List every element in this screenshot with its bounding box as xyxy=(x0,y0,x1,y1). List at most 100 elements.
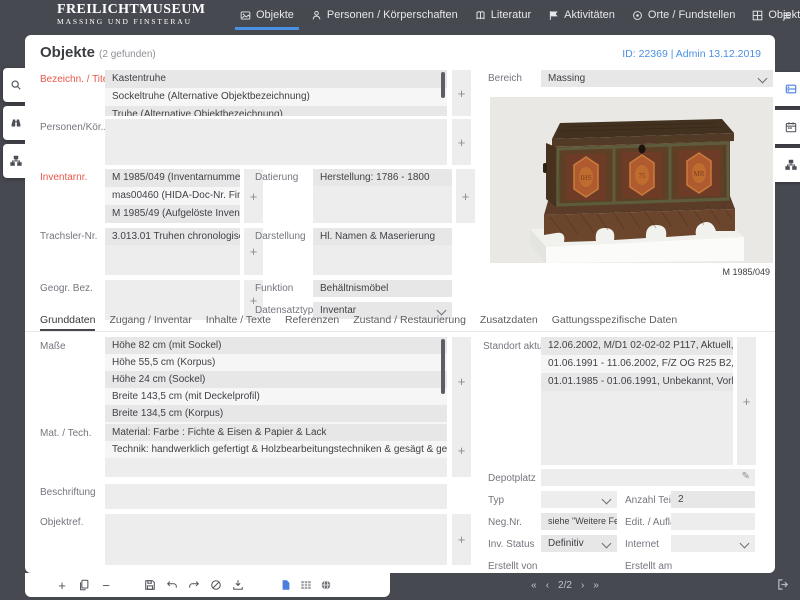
list-item[interactable]: Sockeltruhe (Alternative Objektbezeichnu… xyxy=(105,88,447,106)
save-button[interactable] xyxy=(141,576,159,594)
anzahl-teile-field[interactable]: 2 xyxy=(671,491,755,508)
add-bezeichnung-button[interactable]: + xyxy=(452,70,471,116)
list-item[interactable]: mas00460 (HIDA-Doc-Nr. Finsterau) xyxy=(105,187,240,205)
nav-orte-fundstellen[interactable]: Orte / Fundstellen xyxy=(632,0,735,30)
list-item[interactable]: Technik: handwerklich gefertigt & Holzbe… xyxy=(105,441,447,458)
tab-zusatzdaten[interactable]: Zusatzdaten xyxy=(480,310,538,331)
logout-icon[interactable] xyxy=(777,578,790,591)
page-title: Objekte(2 gefunden) xyxy=(40,44,156,61)
funktion-field[interactable]: Behältnismöbel xyxy=(313,280,452,297)
cancel-button[interactable] xyxy=(207,576,225,594)
internet-select[interactable] xyxy=(671,535,755,552)
bereich-select[interactable]: Massing xyxy=(541,70,773,87)
add-mat-tech-button[interactable]: + xyxy=(452,424,471,477)
trachsler-field[interactable]: 3.013.01 Truhen chronologisch xyxy=(105,228,240,275)
tab-zustand-restaurierung[interactable]: Zustand / Restaurierung xyxy=(353,310,466,331)
datierung-field[interactable]: Herstellung: 1786 - 1800 xyxy=(313,169,452,223)
inv-status-select[interactable]: Definitiv xyxy=(541,535,617,552)
field-value[interactable]: 3.013.01 Truhen chronologisch xyxy=(105,228,240,245)
list-item[interactable]: Material: Farbe : Fichte & Eisen & Papie… xyxy=(105,424,447,441)
label-erstellt-von: Erstellt von xyxy=(488,561,537,572)
search-icon xyxy=(10,79,22,91)
redo-button[interactable] xyxy=(185,576,203,594)
book-icon xyxy=(475,10,486,21)
binoculars-icon xyxy=(10,117,22,129)
chevron-down-icon xyxy=(740,539,750,549)
bezeichnung-list[interactable]: Kastentruhe Sockeltruhe (Alternative Obj… xyxy=(105,70,447,116)
list-item[interactable]: Höhe 55,5 cm (Korpus) xyxy=(105,354,447,371)
tab-zugang-inventar[interactable]: Zugang / Inventar xyxy=(109,310,191,331)
field-value[interactable]: Hl. Namen & Maserierung xyxy=(313,228,452,245)
nav-objekte[interactable]: Objekte xyxy=(240,0,294,30)
beschriftung-field[interactable] xyxy=(105,484,447,509)
darstellung-field[interactable]: Hl. Namen & Maserierung xyxy=(313,228,452,275)
list-item[interactable]: M 1985/49 (Aufgelöste Inventarnummer) xyxy=(105,205,240,223)
object-photo[interactable]: IHS75MR xyxy=(490,97,773,263)
add-datierung-button[interactable]: + xyxy=(456,169,475,223)
pencil-icon[interactable]: ✎ xyxy=(742,471,750,482)
first-page-button[interactable]: « xyxy=(531,580,537,591)
scrollbar[interactable] xyxy=(441,72,445,98)
prev-page-button[interactable]: ‹ xyxy=(546,580,549,591)
table-view-button[interactable] xyxy=(297,576,315,594)
mat-tech-list[interactable]: Material: Farbe : Fichte & Eisen & Papie… xyxy=(105,424,447,477)
list-item[interactable]: Truhe (Alternative Objektbezeichnung) xyxy=(105,106,447,116)
chest-photo-illustration: IHS75MR xyxy=(490,97,773,263)
list-item[interactable]: 12.06.2002, M/D1 02-02-02 P117, Aktuell,… xyxy=(541,337,733,355)
tab-inhalte-texte[interactable]: Inhalte / Texte xyxy=(206,310,271,331)
nav-literatur[interactable]: Literatur xyxy=(475,0,531,30)
tab-grunddaten[interactable]: Grunddaten xyxy=(40,310,95,331)
target-icon xyxy=(632,10,643,21)
label-internet: Internet xyxy=(625,539,659,550)
grid-icon xyxy=(752,10,763,21)
edit-auflage-field[interactable] xyxy=(671,513,755,530)
add-masse-button[interactable]: + xyxy=(452,337,471,425)
last-page-button[interactable]: » xyxy=(593,580,599,591)
list-item[interactable]: Breite 134,5 cm (Korpus) xyxy=(105,405,447,422)
museum-logo: FREILICHTMUSEUM MASSING UND FINSTERAU xyxy=(57,3,205,26)
globe-button[interactable] xyxy=(317,576,335,594)
delete-record-button[interactable]: − xyxy=(97,576,115,594)
typ-select[interactable] xyxy=(541,491,617,508)
label-mat-tech: Mat. / Tech. xyxy=(40,428,92,439)
field-value[interactable]: Herstellung: 1786 - 1800 xyxy=(313,169,452,186)
person-icon xyxy=(311,10,322,21)
list-item[interactable]: Kastentruhe xyxy=(105,70,447,88)
add-record-button[interactable]: + xyxy=(53,576,71,594)
nav-label: Personen / Körperschaften xyxy=(327,9,458,21)
depotplatz-field[interactable]: ✎ xyxy=(541,469,755,486)
field-value[interactable]: Behältnismöbel xyxy=(313,280,452,297)
nav-aktivitaeten[interactable]: Aktivitäten xyxy=(548,0,615,30)
list-item[interactable]: 01.01.1985 - 01.06.1991, Unbekannt, Vorh… xyxy=(541,373,733,391)
media-icon xyxy=(785,83,797,95)
list-item[interactable]: Höhe 24 cm (Sockel) xyxy=(105,371,447,388)
label-inv-status: Inv. Status xyxy=(488,539,535,550)
label-typ: Typ xyxy=(488,495,504,506)
hamburger-menu-icon[interactable]: ≡ xyxy=(783,0,791,30)
copy-record-button[interactable] xyxy=(75,576,93,594)
add-objektref-button[interactable]: + xyxy=(452,514,471,565)
nav-objektgruppen[interactable]: Objektgruppen xyxy=(752,0,800,30)
undo-button[interactable] xyxy=(163,576,181,594)
tab-referenzen[interactable]: Referenzen xyxy=(285,310,339,331)
inventarnr-list[interactable]: M 1985/049 (Inventarnummer) mas00460 (HI… xyxy=(105,169,240,223)
list-item[interactable]: 01.06.1991 - 11.06.2002, F/Z OG R25 B2, … xyxy=(541,355,733,373)
label-neg-nr: Neg.Nr. xyxy=(488,517,522,528)
objektref-field[interactable] xyxy=(105,514,447,565)
download-button[interactable] xyxy=(229,576,247,594)
document-view-button[interactable] xyxy=(277,576,295,594)
list-item[interactable]: M 1985/049 (Inventarnummer) xyxy=(105,169,240,187)
standort-list[interactable]: 12.06.2002, M/D1 02-02-02 P117, Aktuell,… xyxy=(541,337,733,465)
masse-list[interactable]: Höhe 82 cm (mit Sockel) Höhe 55,5 cm (Ko… xyxy=(105,337,447,425)
tab-gattungsspezifische-daten[interactable]: Gattungsspezifische Daten xyxy=(552,310,678,331)
next-page-button[interactable]: › xyxy=(581,580,584,591)
add-standort-button[interactable]: + xyxy=(737,337,756,465)
field-value: 2 xyxy=(671,491,755,508)
list-item[interactable]: Höhe 82 cm (mit Sockel) xyxy=(105,337,447,354)
neg-nr-field[interactable]: siehe "Weitere Felder" xyxy=(541,513,617,530)
scrollbar[interactable] xyxy=(441,339,445,394)
list-item[interactable]: Breite 143,5 cm (mit Deckelprofil) xyxy=(105,388,447,405)
nav-personen[interactable]: Personen / Körperschaften xyxy=(311,0,458,30)
personen-field[interactable] xyxy=(105,119,447,165)
add-personen-button[interactable]: + xyxy=(452,119,471,165)
